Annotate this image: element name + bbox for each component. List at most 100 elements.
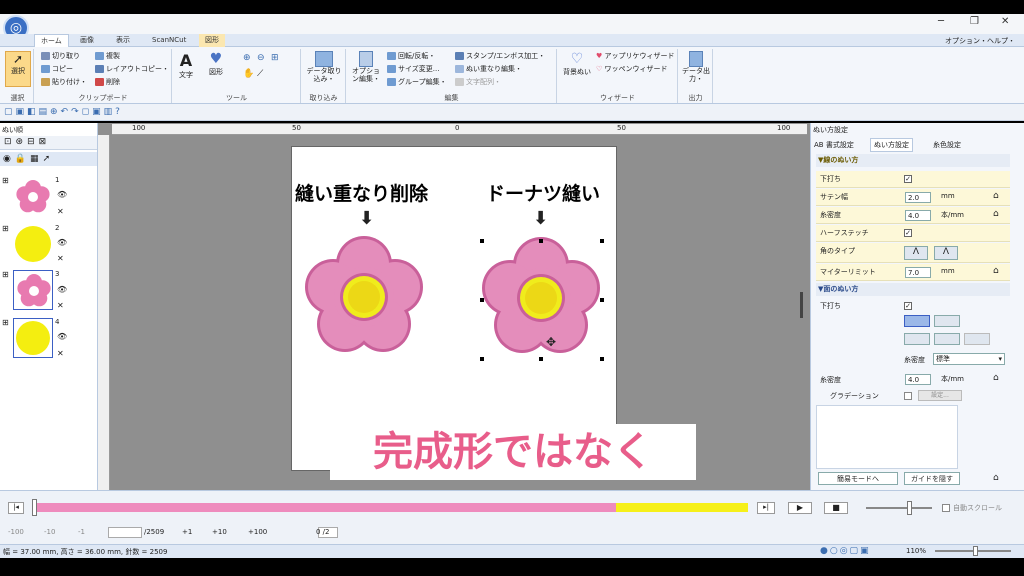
density-select[interactable]: 標準 ▾ [933, 353, 1005, 365]
filter-icons[interactable]: ◉🔒▦➚ [3, 154, 54, 164]
visibility-eye-icon[interactable]: 👁 [57, 238, 67, 247]
selection-handle[interactable] [480, 239, 484, 243]
hand-pan-icon[interactable]: ✋ [243, 69, 254, 79]
sewing-order-tools-icon[interactable]: ⊡⊛⊟⊠ [4, 137, 50, 147]
background-sew-button[interactable]: ♡ 背景ぬい [560, 51, 594, 77]
expand-icon[interactable]: ⊞ [2, 270, 9, 279]
tab-format-settings[interactable]: AB 書式設定 [814, 140, 854, 150]
layer-thumb-circle-yellow[interactable] [15, 226, 51, 262]
select-button[interactable]: ➚ 選択 [5, 51, 31, 87]
duplicate-button[interactable]: 複製 [95, 51, 120, 61]
rotate-button[interactable]: 回転/反転・ [387, 51, 435, 61]
house-icon[interactable]: ⌂ [993, 191, 999, 201]
surface-sewing-section-header[interactable]: ▼面のぬい方 [816, 283, 1010, 296]
delete-x-icon[interactable]: ✕ [57, 254, 64, 263]
tab-home[interactable]: ホーム [34, 34, 69, 47]
tab-sewing-settings[interactable]: ぬい方設定 [870, 138, 913, 152]
layer-thumb-flower-pink-selected[interactable] [13, 270, 53, 310]
house-icon[interactable]: ⌂ [993, 373, 999, 383]
measure-icon[interactable]: ⟋ [257, 69, 263, 79]
thread-density-input[interactable]: 4.0 [905, 210, 931, 221]
step-plus10-button[interactable]: +10 [212, 528, 227, 536]
play-icon[interactable]: ▶ [788, 502, 812, 514]
delete-x-icon[interactable]: ✕ [57, 301, 64, 310]
line-sewing-section-header[interactable]: ▼線のぬい方 [816, 154, 1010, 167]
maximize-icon[interactable]: ❐ [970, 16, 979, 27]
corner-sharp-icon[interactable]: Λ [904, 246, 928, 260]
speed-slider-track[interactable] [866, 507, 932, 509]
text-arrange-button[interactable]: 文字配列・ [455, 77, 501, 87]
tab-shape[interactable]: 図形 [199, 34, 225, 47]
selection-handle[interactable] [539, 357, 543, 361]
canvas-scroll-handle[interactable] [800, 292, 803, 318]
gradation-checkbox[interactable] [904, 392, 912, 400]
step-plus1-button[interactable]: +1 [182, 528, 192, 536]
layer-thumb-flower-pink[interactable] [14, 178, 52, 216]
expand-icon[interactable]: ⊞ [2, 224, 9, 233]
delete-x-icon[interactable]: ✕ [57, 207, 64, 216]
hide-guide-button[interactable]: ガイドを隠す [904, 472, 960, 485]
layer-thumb-circle-yellow-selected[interactable] [13, 318, 53, 358]
zoom-out-icon[interactable]: ⊖ [257, 53, 265, 63]
selection-handle[interactable] [600, 357, 604, 361]
underlay-checkbox[interactable]: ✓ [904, 175, 912, 183]
zoom-fit-icon[interactable]: ⊞ [271, 53, 279, 63]
close-icon[interactable]: ✕ [1001, 16, 1009, 27]
selection-handle[interactable] [600, 239, 604, 243]
satin-width-input[interactable]: 2.0 [905, 192, 931, 203]
surface-underlay-checkbox[interactable]: ✓ [904, 302, 912, 310]
corner-round-icon[interactable]: Λ [934, 246, 958, 260]
selection-handle[interactable] [480, 298, 484, 302]
speed-slider-handle[interactable] [907, 501, 912, 515]
tab-image[interactable]: 画像 [74, 34, 100, 47]
wappen-wizard-button[interactable]: ♡ ワッペンウィザード [596, 64, 668, 74]
tab-scanncut[interactable]: ScanNCut [146, 34, 192, 47]
flower-embroidery-left[interactable] [301, 234, 427, 358]
group-edit-button[interactable]: グループ編集・ [387, 77, 447, 87]
paste-button[interactable]: 貼り付け・ [41, 77, 87, 87]
stitch-pattern-2-icon[interactable] [934, 315, 960, 327]
auto-scroll-checkbox[interactable] [942, 504, 950, 512]
tab-thread-color[interactable]: 糸色設定 [933, 140, 961, 150]
step-plus100-button[interactable]: +100 [248, 528, 267, 536]
layout-copy-button[interactable]: レイアウトコピー・ [95, 64, 169, 74]
flower-embroidery-right-selected[interactable] [478, 237, 604, 361]
stitch-position-input[interactable] [108, 527, 142, 538]
step-minus10-button[interactable]: -10 [44, 528, 55, 536]
options-help-menu[interactable]: オプション・ヘルプ・ [945, 36, 1015, 46]
option-edit-button[interactable]: オプション編集・ [350, 51, 382, 83]
minimize-icon[interactable]: ─ [938, 16, 944, 27]
delete-button[interactable]: 削除 [95, 77, 120, 87]
cut-button[interactable]: 切り取り [41, 51, 80, 61]
data-import-button[interactable]: データ取り込み・ [306, 51, 342, 83]
go-end-icon[interactable]: ▸| [757, 502, 775, 514]
data-output-button[interactable]: データ出力・ [682, 51, 710, 83]
delete-x-icon[interactable]: ✕ [57, 349, 64, 358]
zoom-in-icon[interactable]: ⊕ [243, 53, 251, 63]
zoom-slider-handle[interactable] [973, 546, 978, 556]
step-minus1-button[interactable]: -1 [78, 528, 85, 536]
simple-mode-button[interactable]: 簡易モードへ [818, 472, 898, 485]
selection-handle[interactable] [480, 357, 484, 361]
quick-access-icons[interactable]: ▢▣◧▤⊕↶↷◻▣▥? [4, 107, 123, 117]
copy-button[interactable]: コピー [41, 64, 73, 74]
density2-input[interactable]: 4.0 [905, 374, 931, 385]
applique-wizard-button[interactable]: ♥ アップリケウィザード [596, 51, 675, 61]
house-icon[interactable]: ⌂ [993, 473, 999, 483]
go-start-icon[interactable]: |◂ [8, 502, 24, 514]
tab-view[interactable]: 表示 [110, 34, 136, 47]
step-minus100-button[interactable]: -100 [8, 528, 24, 536]
gradation-settings-button[interactable]: 設定... [918, 390, 962, 401]
visibility-eye-icon[interactable]: 👁 [57, 285, 67, 294]
stitch-pattern-4-icon[interactable] [934, 333, 960, 345]
size-button[interactable]: サイズ変更... [387, 64, 439, 74]
selection-handle[interactable] [600, 298, 604, 302]
progress-slider-handle[interactable] [32, 499, 37, 516]
view-mode-icons[interactable]: ●○◎▢▣ [820, 546, 871, 556]
house-icon[interactable]: ⌂ [993, 209, 999, 219]
overlap-edit-button[interactable]: ぬい重なり編集・ [455, 64, 522, 74]
visibility-eye-icon[interactable]: 👁 [57, 190, 67, 199]
visibility-eye-icon[interactable]: 👁 [57, 332, 67, 341]
miter-limit-input[interactable]: 7.0 [905, 267, 931, 278]
selection-handle[interactable] [539, 239, 543, 243]
